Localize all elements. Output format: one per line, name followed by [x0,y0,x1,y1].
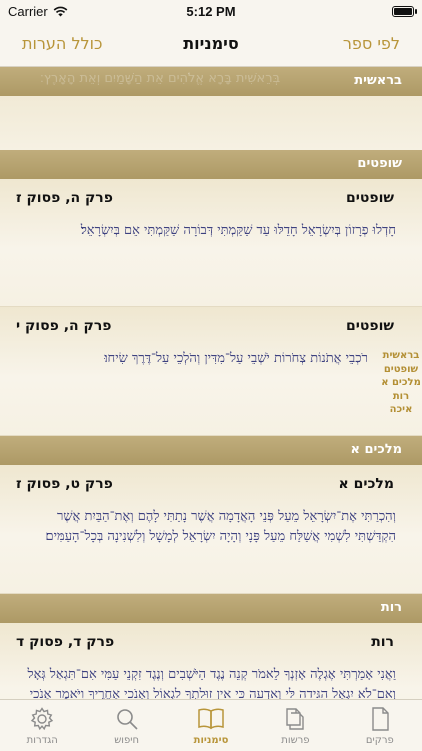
bookmark-verse: חָדְלוּ פְרָזוֹן בְּיִשְׂרָאֵל חָדֵלּוּ … [80,223,396,238]
tab-search[interactable]: חיפוש [84,700,168,751]
tab-label: פרשות [281,735,310,746]
bookmark-verse: וְהִכְרַתִּי אֶת־יִשְׂרָאֵל מֵעַל פְּנֵי… [45,509,396,544]
bookmark-book: שופטים [345,318,394,334]
book-icon [198,708,224,730]
bookmark-verse: וַאֲנִי אָמַרְתִּי אֶגְלֶה אָזְנְךָ לֵאמ… [27,667,396,699]
search-icon [116,709,138,730]
section-index[interactable]: בראשית שופטים מלכים א רות איכה [380,349,422,417]
tab-label: חיפוש [114,735,140,746]
battery-icon [392,6,417,17]
section-header-label: שופטים [357,156,402,171]
section-header-shoftim: שופטים [0,150,422,179]
section-header-bereshit: בראשית בְּרֵאשִׁית בָּרָא אֱלֹהִים אֵת ה… [0,67,422,96]
index-item[interactable]: רות [380,390,422,404]
bookmark-ref: פרק ט, פסוק ז [16,476,113,492]
bookmark-row[interactable]: שופטים פרק ה, פסוק ז חָדְלוּ פְרָזוֹן בְ… [0,179,422,307]
tab-label: הגדרות [26,735,58,746]
bookmark-verse: רֹכְבֵי אֲתֹנוֹת צְחֹרוֹת יֹשְׁבֵי עַל־מ… [104,351,368,366]
document-icon [372,707,389,731]
tab-chapters[interactable]: פרקים [338,700,422,751]
bookmark-header: שופטים פרק ה, פסוק ז [16,190,394,212]
section-header-melachim-a: מלכים א [0,436,422,465]
tab-bar: הגדרות חיפוש סימניות פרשות פרקים [0,699,422,751]
tab-settings[interactable]: הגדרות [0,700,84,751]
index-item[interactable]: מלכים א [380,376,422,390]
bookmark-header: רות פרק ד, פסוק ד [16,634,394,656]
bookmark-ref: פרק ד, פסוק ד [16,634,115,650]
bookmark-book: רות [371,634,394,650]
bookmark-ref: פרק ה, פסוק י [16,318,112,334]
gear-icon [31,707,54,731]
index-item[interactable]: איכה [380,403,422,417]
bookmark-row[interactable]: רות פרק ד, פסוק ד וַאֲנִי אָמַרְתִּי אֶג… [0,623,422,699]
index-item[interactable]: בראשית [380,349,422,363]
tab-bookmarks[interactable]: סימניות [169,700,253,751]
tab-label: פרקים [365,735,394,746]
tab-parashot[interactable]: פרשות [253,700,337,751]
bookmark-row[interactable]: מלכים א פרק ט, פסוק ז וְהִכְרַתִּי אֶת־י… [0,465,422,594]
section-header-label: בראשית [354,73,402,88]
section-header-ruth: רות [0,594,422,623]
section-header-label: מלכים א [350,442,402,457]
bookmarks-list[interactable]: בראשית בְּרֵאשִׁית בָּרָא אֱלֹהִים אֵת ה… [0,67,422,699]
nav-bar: כולל הערות סימניות לפי ספר [0,24,422,67]
status-time: 5:12 PM [186,4,236,19]
empty-cell [0,96,422,150]
bookmark-header: מלכים א פרק ט, פסוק ז [16,476,394,498]
section-header-label: רות [380,600,402,615]
by-book-button[interactable]: לפי ספר [343,34,400,53]
bookmark-header: שופטים פרק ה, פסוק י [16,318,394,340]
tab-label: סימניות [193,735,229,746]
bookmark-ref: פרק ה, פסוק ז [16,190,113,206]
section-ghost-text: בְּרֵאשִׁית בָּרָא אֱלֹהִים אֵת הַשָּׁמַ… [40,71,281,86]
bookmark-book: שופטים [345,190,394,206]
status-bar: Carrier 5:12 PM [0,0,422,24]
documents-icon [286,708,305,730]
bookmark-book: מלכים א [338,476,394,492]
index-item[interactable]: שופטים [380,363,422,377]
bookmark-row[interactable]: שופטים פרק ה, פסוק י רֹכְבֵי אֲתֹנוֹת צְ… [0,307,422,436]
